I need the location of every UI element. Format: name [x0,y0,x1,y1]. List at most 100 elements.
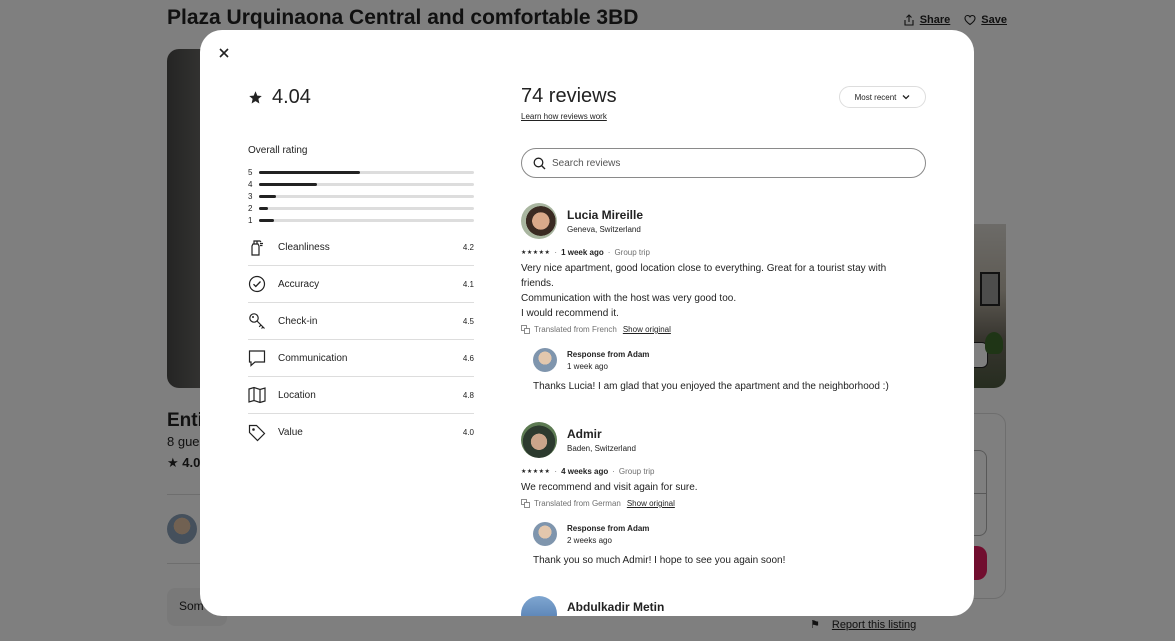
check-circle-icon [248,275,278,293]
search-reviews[interactable] [521,148,926,178]
message-icon [248,349,278,367]
close-icon [219,48,229,58]
review-line: friends. [521,278,554,289]
response-author: Response from Adam [567,523,650,533]
host-avatar[interactable] [533,522,557,546]
category-label: Communication [278,352,348,364]
category-checkin: Check-in 4.5 [248,303,474,340]
translated-from: Translated from French [534,325,617,334]
response-date: 1 week ago [567,361,608,371]
response-text: Thank you so much Admir! I hope to see y… [533,555,786,566]
category-score: 4.1 [462,279,474,289]
search-icon [533,157,546,169]
category-value: Value 4.0 [248,414,474,451]
reviews-modal: 4.04 Overall rating 5 4 3 2 1 Cleanlines… [200,30,974,616]
show-original-link[interactable]: Show original [627,499,675,508]
response-header: Response from Adam 1 week ago [533,348,926,372]
review-header: Lucia Mireille Geneva, Switzerland [521,203,926,239]
distribution-fill [259,218,275,222]
reviewer-avatar[interactable] [521,203,557,239]
translated-from: Translated from German [534,499,621,508]
reviewer-location: Baden, Switzerland [567,444,636,453]
reviewer-name: Admir [567,427,602,441]
chevron-down-icon [902,95,910,100]
review-stars: ★★★★★ [521,469,551,475]
review-text: We recommend and visit again for sure. [521,480,926,495]
close-button[interactable] [214,43,234,63]
tag-icon [248,424,278,442]
category-label: Accuracy [278,278,320,290]
category-label: Check-in [278,315,318,327]
response-text: Thanks Lucia! I am glad that you enjoyed… [533,381,889,392]
host-response: Response from Adam 1 week ago Thanks Luc… [533,348,926,392]
review-line: We recommend and visit again for sure. [521,482,698,493]
review-item: Abdulkadir Metin [521,596,926,616]
category-score: 4.8 [462,390,474,400]
distribution-track [259,206,474,210]
distribution-row-2: 2 [248,202,474,214]
review-line: I would recommend it. [521,308,619,319]
category-score: 4.6 [462,353,474,363]
distribution-track [259,170,474,174]
review-date: 1 week ago [561,248,604,257]
category-label: Location [278,389,316,401]
overall-rating-label: Overall rating [248,145,308,156]
review-trip-type: Group trip [618,467,655,476]
meta-separator: · [554,467,558,476]
overall-rating: 4.04 [248,86,311,109]
reviewer-avatar[interactable] [521,596,557,616]
category-score: 4.2 [462,242,474,252]
response-author: Response from Adam [567,349,650,359]
show-original-link[interactable]: Show original [623,325,671,334]
response-info: Response from Adam 2 weeks ago [567,524,649,545]
category-ratings: Cleanliness 4.2 Accuracy 4.1 Check-in 4.… [248,229,474,451]
reviewer-location: Geneva, Switzerland [567,225,641,234]
review-meta: ★★★★★ · 1 week ago · Group trip [521,248,926,257]
reviewer-name: Lucia Mireille [567,208,644,222]
category-cleanliness: Cleanliness 4.2 [248,229,474,266]
category-location: Location 4.8 [248,377,474,414]
review-line: Very nice apartment, good location close… [521,263,887,274]
map-icon [248,386,278,404]
distribution-row-3: 3 [248,190,474,202]
key-icon [248,312,278,330]
translate-icon [521,499,530,508]
distribution-stars: 2 [248,203,253,213]
review-date: 4 weeks ago [561,467,609,476]
review-meta: ★★★★★ · 4 weeks ago · Group trip [521,467,926,476]
review-text: Very nice apartment, good location close… [521,261,926,321]
review-stars: ★★★★★ [521,250,551,256]
response-info: Response from Adam 1 week ago [567,350,649,371]
translation-note: Translated from French Show original [521,325,926,334]
reviewer-avatar[interactable] [521,422,557,458]
star-icon [249,91,262,104]
distribution-stars: 4 [248,179,253,189]
distribution-fill [259,206,268,210]
rating-distribution: 5 4 3 2 1 [248,166,474,226]
search-reviews-input[interactable] [552,157,892,169]
distribution-track [259,194,474,198]
sort-dropdown[interactable]: Most recent [839,86,926,108]
category-score: 4.0 [462,428,474,437]
distribution-stars: 3 [248,191,253,201]
translation-note: Translated from German Show original [521,499,926,508]
distribution-stars: 1 [248,215,253,225]
host-avatar[interactable] [533,348,557,372]
spray-bottle-icon [248,238,278,256]
review-item: Admir Baden, Switzerland ★★★★★ · 4 weeks… [521,422,926,566]
review-line: Communication with the host was very goo… [521,293,737,304]
host-response: Response from Adam 2 weeks ago Thank you… [533,522,926,566]
category-label: Value [278,427,303,438]
review-item: Lucia Mireille Geneva, Switzerland ★★★★★… [521,203,926,392]
distribution-fill [259,170,361,174]
sort-label: Most recent [854,92,897,102]
distribution-track [259,182,474,186]
meta-separator: · [554,248,558,257]
distribution-stars: 5 [248,167,253,177]
distribution-fill [259,182,318,186]
category-score: 4.5 [462,316,474,326]
overall-rating-value: 4.04 [272,86,311,108]
translate-icon [521,325,530,334]
learn-reviews-link[interactable]: Learn how reviews work [521,112,607,121]
reviews-count: 74 reviews [521,85,617,107]
